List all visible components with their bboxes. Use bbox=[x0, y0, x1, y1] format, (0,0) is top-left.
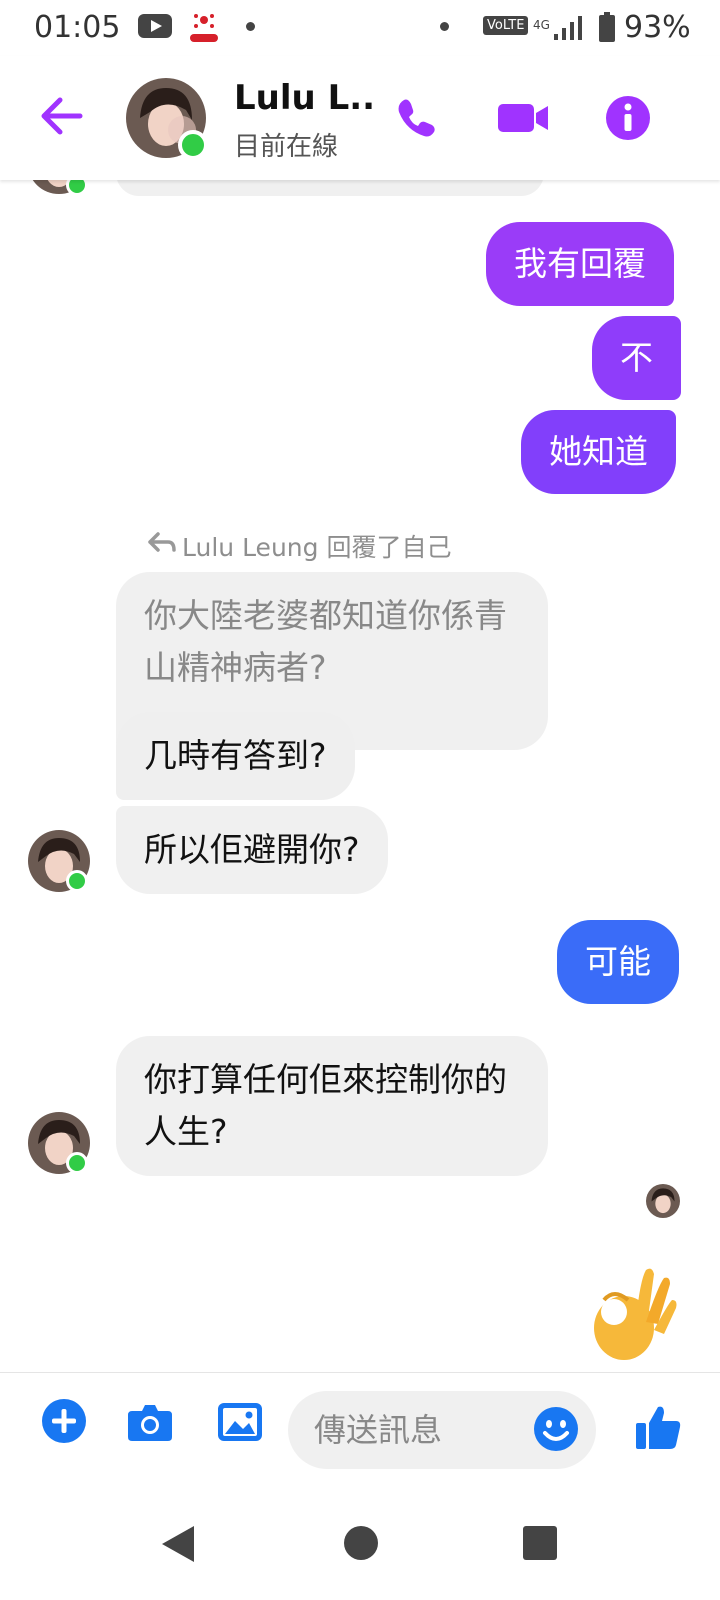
back-arrow-icon[interactable] bbox=[38, 96, 84, 136]
message-bubble-outgoing[interactable]: 她知道 bbox=[521, 410, 676, 494]
chat-header: Lulu L... 目前在線 bbox=[0, 56, 720, 180]
nav-recents-icon[interactable] bbox=[523, 1526, 557, 1560]
online-indicator bbox=[66, 1152, 88, 1174]
read-receipt-avatar bbox=[646, 1184, 680, 1218]
network-type: 4G bbox=[533, 18, 550, 32]
message-composer bbox=[0, 1372, 720, 1485]
message-bubble-incoming[interactable]: 你打算任何佢來控制你的人生? bbox=[116, 1036, 548, 1176]
system-nav-bar bbox=[0, 1484, 720, 1600]
video-call-icon[interactable] bbox=[496, 94, 550, 142]
status-dot-icon bbox=[440, 22, 449, 31]
status-time: 01:05 bbox=[34, 10, 121, 45]
camera-icon[interactable] bbox=[126, 1397, 174, 1445]
contact-name[interactable]: Lulu L... bbox=[234, 78, 374, 118]
message-bubble-incoming[interactable]: 几時有答到? bbox=[116, 712, 355, 800]
add-plus-icon[interactable] bbox=[40, 1397, 88, 1445]
battery-percent: 93% bbox=[624, 10, 691, 45]
signal-icon bbox=[554, 16, 582, 40]
contact-status: 目前在線 bbox=[234, 132, 339, 162]
nav-back-icon[interactable] bbox=[160, 1524, 196, 1564]
info-icon[interactable] bbox=[604, 94, 652, 142]
message-bubble-outgoing[interactable]: 不 bbox=[592, 316, 681, 400]
status-bar: 01:05 VoLTE 4G 93% bbox=[0, 0, 720, 56]
notification-dot-icon bbox=[246, 22, 255, 31]
emoji-icon[interactable] bbox=[532, 1405, 580, 1453]
thumbs-up-icon[interactable] bbox=[634, 1403, 682, 1451]
youtube-notification-icon bbox=[138, 14, 172, 38]
message-bubble-outgoing[interactable]: 我有回覆 bbox=[486, 222, 674, 306]
ok-hand-icon[interactable] bbox=[584, 1260, 680, 1370]
reply-note: Lulu Leung 回覆了自己 bbox=[182, 533, 452, 562]
app-notification-icon bbox=[190, 14, 218, 42]
reply-arrow-icon bbox=[148, 532, 176, 552]
gallery-image-icon[interactable] bbox=[216, 1397, 264, 1445]
nav-home-icon[interactable] bbox=[344, 1526, 378, 1560]
message-bubble-incoming[interactable]: 所以佢避開你? bbox=[116, 806, 388, 894]
phone-call-icon[interactable] bbox=[392, 94, 440, 142]
volte-badge: VoLTE bbox=[483, 16, 529, 35]
online-indicator bbox=[178, 130, 208, 160]
battery-icon bbox=[599, 12, 615, 42]
message-bubble-outgoing[interactable]: 可能 bbox=[557, 920, 679, 1004]
online-indicator bbox=[66, 870, 88, 892]
